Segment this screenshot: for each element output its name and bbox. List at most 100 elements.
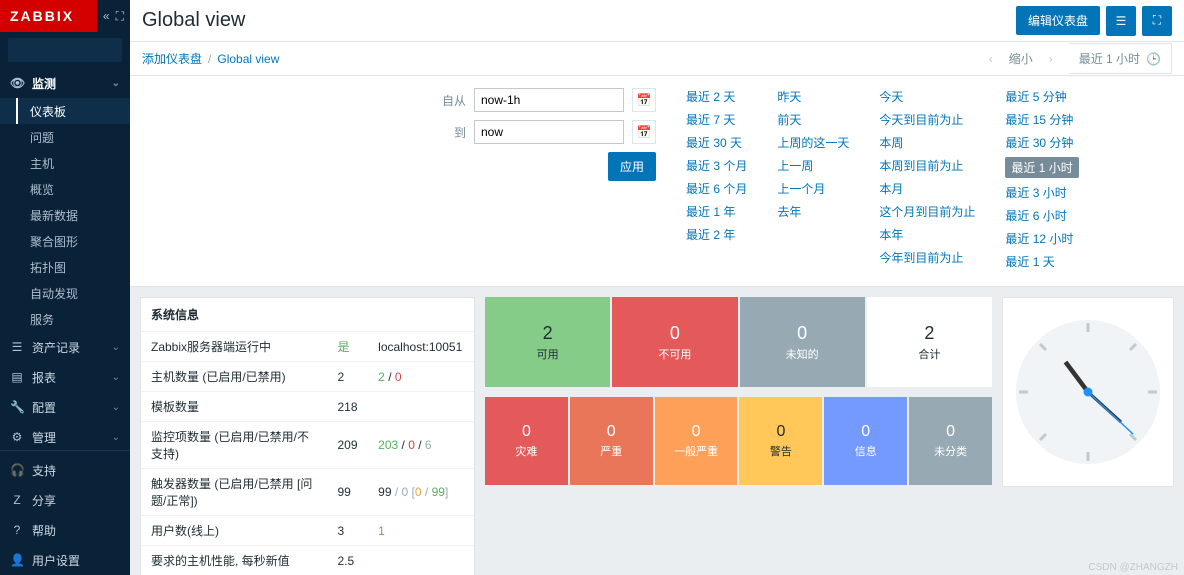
time-preset-link[interactable]: 前天: [777, 111, 849, 128]
time-preset-link[interactable]: 最近 5 分钟: [1005, 88, 1078, 105]
nav-sub-dashboards[interactable]: 仪表板: [0, 98, 130, 124]
time-preset-link[interactable]: 今天: [879, 88, 975, 105]
calendar-icon[interactable]: 📅: [632, 120, 656, 144]
time-preset-link[interactable]: 上一个月: [777, 180, 849, 197]
nav-sub-screens[interactable]: 聚合图形: [0, 228, 130, 254]
system-info-widget: 系统信息 Zabbix服务器端运行中是localhost:10051 主机数量 …: [140, 297, 475, 575]
nav-sub-maps[interactable]: 拓扑图: [0, 254, 130, 280]
time-preset-link[interactable]: 本月: [879, 180, 975, 197]
time-preset-link[interactable]: 最近 30 天: [686, 134, 747, 151]
clock-widget: [1002, 297, 1174, 487]
time-preset-link[interactable]: 最近 1 天: [1005, 253, 1078, 270]
time-prev-icon[interactable]: ‹: [983, 52, 999, 66]
apply-button[interactable]: 应用: [608, 152, 656, 181]
chevron-down-icon: ⌄: [112, 78, 120, 89]
collapse-icon[interactable]: «: [103, 9, 110, 24]
time-preset-link[interactable]: 最近 30 分钟: [1005, 134, 1078, 151]
search-box[interactable]: 🔍: [8, 38, 122, 62]
status-unavailable: 0不可用: [612, 297, 737, 387]
system-info-title: 系统信息: [141, 298, 474, 332]
time-preset-link[interactable]: 最近 3 小时: [1005, 184, 1078, 201]
time-preset-link[interactable]: 本周: [879, 134, 975, 151]
nav-sub-discovery[interactable]: 自动发现: [0, 280, 130, 306]
nav-share[interactable]: Z分享: [0, 485, 130, 515]
zoom-out-link[interactable]: 缩小: [1009, 50, 1033, 67]
sidebar: ZABBIX « ⛶ 🔍 👁 监测 ⌄ 仪表板 问题 主机 概览 最新数据 聚合…: [0, 0, 130, 575]
time-preset-link[interactable]: 最近 2 天: [686, 88, 747, 105]
sev-average: 0一般严重: [655, 397, 738, 485]
wrench-icon: 🔧: [10, 400, 24, 414]
sev-info: 0信息: [824, 397, 907, 485]
nav-sub-problems[interactable]: 问题: [0, 124, 130, 150]
nav-sub-overview[interactable]: 概览: [0, 176, 130, 202]
time-preset-link[interactable]: 最近 1 年: [686, 203, 747, 220]
host-availability-widget: 2可用 0不可用 0未知的 2合计: [485, 297, 992, 387]
time-range-button[interactable]: 最近 1 小时 🕒: [1069, 43, 1172, 74]
nav-support[interactable]: 🎧支持: [0, 455, 130, 485]
time-preset-link[interactable]: 最近 3 个月: [686, 157, 747, 174]
breadcrumb-current[interactable]: Global view: [217, 52, 279, 66]
time-preset-link[interactable]: 这个月到目前为止: [879, 203, 975, 220]
time-preset-link[interactable]: 昨天: [777, 88, 849, 105]
chart-icon: ▤: [10, 370, 24, 384]
nav-sub-latest[interactable]: 最新数据: [0, 202, 130, 228]
time-preset-selected[interactable]: 最近 1 小时: [1005, 157, 1078, 178]
fullscreen-icon[interactable]: ⛶: [1142, 6, 1172, 36]
edit-dashboard-button[interactable]: 编辑仪表盘: [1016, 6, 1100, 35]
time-next-icon[interactable]: ›: [1043, 52, 1059, 66]
status-available: 2可用: [485, 297, 610, 387]
time-picker-panel: 自从 📅 到 📅 应用 最近 2 天最近 7 天最近 30 天最近 3 个月最近: [130, 76, 1184, 287]
help-icon: ?: [10, 523, 24, 537]
sev-warning: 0警告: [739, 397, 822, 485]
gear-icon: ⚙: [10, 430, 24, 444]
menu-icon[interactable]: ☰: [1106, 6, 1136, 36]
from-input[interactable]: [474, 88, 624, 112]
to-input[interactable]: [474, 120, 624, 144]
time-preset-link[interactable]: 最近 6 小时: [1005, 207, 1078, 224]
problems-by-severity-widget: 0灾难 0严重 0一般严重 0警告 0信息 0未分类: [485, 397, 992, 485]
nav-sub-hosts[interactable]: 主机: [0, 150, 130, 176]
nav-admin[interactable]: ⚙管理⌄: [0, 422, 130, 450]
time-preset-link[interactable]: 最近 7 天: [686, 111, 747, 128]
nav-user[interactable]: 👤用户设置: [0, 545, 130, 575]
time-preset-link[interactable]: 最近 6 个月: [686, 180, 747, 197]
person-icon: 👤: [10, 553, 24, 567]
time-preset-link[interactable]: 今天到目前为止: [879, 111, 975, 128]
status-total: 2合计: [867, 297, 992, 387]
time-preset-link[interactable]: 最近 2 年: [686, 226, 747, 243]
nav-monitoring[interactable]: 👁 监测 ⌄: [0, 68, 130, 98]
breadcrumb-row: 添加仪表盘 / Global view ‹ 缩小 › 最近 1 小时 🕒: [130, 42, 1184, 76]
time-preset-link[interactable]: 上周的这一天: [777, 134, 849, 151]
nav-help[interactable]: ?帮助: [0, 515, 130, 545]
time-preset-link[interactable]: 上一周: [777, 157, 849, 174]
list-icon: ☰: [10, 340, 24, 354]
time-preset-link[interactable]: 今年到目前为止: [879, 249, 975, 266]
breadcrumb-add[interactable]: 添加仪表盘: [142, 50, 202, 67]
nav-inventory[interactable]: ☰资产记录⌄: [0, 332, 130, 362]
nav-config[interactable]: 🔧配置⌄: [0, 392, 130, 422]
calendar-icon[interactable]: 📅: [632, 88, 656, 112]
expand-icon[interactable]: ⛶: [116, 9, 124, 24]
share-icon: Z: [10, 493, 24, 507]
clock-icon: [1013, 317, 1163, 467]
sev-unclassified: 0未分类: [909, 397, 992, 485]
sev-high: 0严重: [570, 397, 653, 485]
nav-monitoring-label: 监测: [32, 75, 56, 92]
time-preset-link[interactable]: 本年: [879, 226, 975, 243]
sev-disaster: 0灾难: [485, 397, 568, 485]
time-preset-link[interactable]: 最近 12 小时: [1005, 230, 1078, 247]
watermark: CSDN @ZHANGZH: [1088, 562, 1178, 573]
to-label: 到: [436, 124, 466, 141]
nav-reports[interactable]: ▤报表⌄: [0, 362, 130, 392]
time-preset-link[interactable]: 最近 15 分钟: [1005, 111, 1078, 128]
brand-logo[interactable]: ZABBIX: [0, 0, 97, 32]
time-preset-link[interactable]: 本周到目前为止: [879, 157, 975, 174]
sysinfo-row-label: Zabbix服务器端运行中: [141, 332, 327, 362]
nav-sub-services[interactable]: 服务: [0, 306, 130, 332]
time-preset-link[interactable]: 去年: [777, 203, 849, 220]
from-label: 自从: [436, 92, 466, 109]
headset-icon: 🎧: [10, 463, 24, 477]
clock-icon: 🕒: [1146, 52, 1161, 66]
eye-icon: 👁: [10, 76, 24, 90]
status-unknown: 0未知的: [740, 297, 865, 387]
